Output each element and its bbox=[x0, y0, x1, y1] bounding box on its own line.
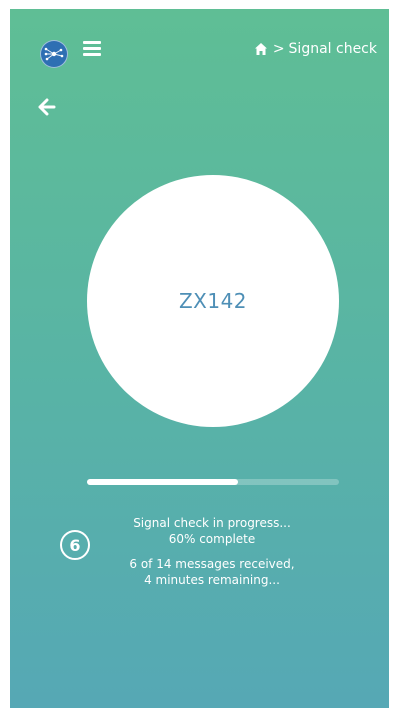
breadcrumb-separator: > bbox=[272, 41, 285, 57]
breadcrumb: > Signal check bbox=[254, 39, 377, 59]
device-circle: ZX142 bbox=[87, 175, 339, 427]
arrow-left-icon[interactable] bbox=[38, 98, 56, 116]
device-id: ZX142 bbox=[178, 289, 248, 313]
status-line-percent: 60% complete bbox=[168, 532, 256, 546]
step-number-badge: 6 bbox=[60, 530, 90, 560]
status-text: Signal check in progress... 60% complete… bbox=[100, 515, 324, 588]
home-icon[interactable] bbox=[254, 42, 268, 56]
progress-bar bbox=[87, 479, 339, 485]
status-line-progress: Signal check in progress... bbox=[133, 516, 291, 530]
network-globe-icon bbox=[44, 47, 64, 61]
hamburger-menu-icon[interactable] bbox=[83, 41, 101, 57]
status-line-remaining: 4 minutes remaining... bbox=[144, 573, 280, 587]
app-logo[interactable] bbox=[40, 40, 68, 68]
breadcrumb-current: Signal check bbox=[288, 41, 377, 57]
app-screen: > Signal check ZX142 6 Signal check in p… bbox=[10, 9, 389, 708]
status-line-messages: 6 of 14 messages received, bbox=[129, 557, 295, 571]
progress-bar-fill bbox=[87, 479, 239, 485]
